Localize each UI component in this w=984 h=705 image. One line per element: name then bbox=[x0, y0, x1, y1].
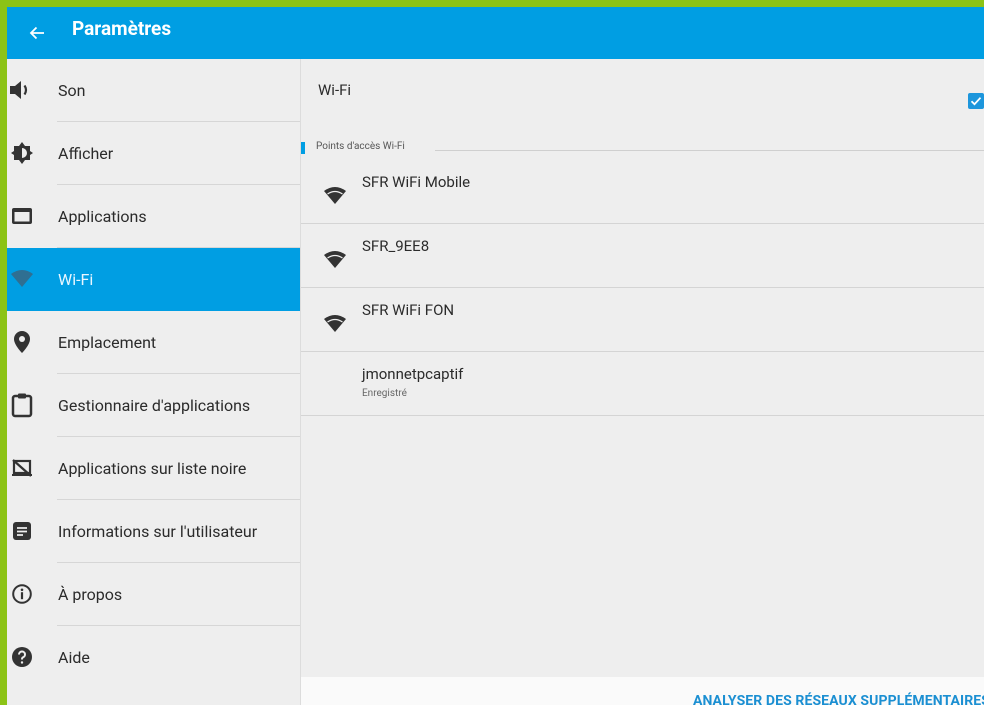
network-item[interactable]: jmonnetpcaptif Enregistré bbox=[301, 351, 984, 416]
section-title: Points d'accès Wi-Fi bbox=[316, 141, 405, 152]
back-arrow-icon bbox=[29, 26, 44, 40]
wifi-toggle-row[interactable]: Wi-Fi bbox=[301, 59, 984, 134]
sidebar-item-label: Afficher bbox=[58, 144, 114, 163]
section-divider bbox=[435, 150, 984, 151]
blocked-screen-icon bbox=[7, 455, 37, 481]
wifi-signal-icon bbox=[324, 251, 346, 268]
section-accent-bar bbox=[301, 142, 305, 154]
sidebar-item-label: Wi-Fi bbox=[58, 270, 94, 289]
sidebar-item-label: Gestionnaire d'applications bbox=[58, 396, 251, 415]
brightness-icon bbox=[7, 140, 37, 166]
bottom-action-bar: ANALYSER DES RÉSEAUX SUPPLÉMENTAIRES bbox=[301, 677, 984, 705]
sidebar-item-a-propos[interactable]: À propos bbox=[7, 563, 300, 626]
back-button[interactable] bbox=[23, 19, 51, 47]
location-icon bbox=[7, 329, 37, 355]
network-name: SFR WiFi FON bbox=[362, 301, 455, 319]
network-item[interactable]: SFR WiFi Mobile bbox=[301, 159, 984, 224]
document-icon bbox=[7, 518, 37, 544]
section-header: Points d'accès Wi-Fi bbox=[301, 134, 984, 154]
network-item[interactable]: SFR_9EE8 bbox=[301, 223, 984, 288]
checkmark-icon bbox=[970, 97, 982, 106]
sidebar-item-emplacement[interactable]: Emplacement bbox=[7, 311, 300, 374]
sidebar-item-aide[interactable]: Aide bbox=[7, 626, 300, 689]
info-icon bbox=[7, 581, 37, 607]
sidebar: Son Afficher Applications Wi-Fi Emplacem… bbox=[7, 59, 301, 705]
settings-screen: Paramètres Son Afficher Applications Wi-… bbox=[7, 7, 984, 705]
sidebar-item-liste-noire[interactable]: Applications sur liste noire bbox=[7, 437, 300, 500]
wifi-signal-icon bbox=[324, 315, 346, 332]
wifi-checkbox[interactable] bbox=[968, 93, 984, 109]
page-title: Paramètres bbox=[72, 17, 172, 40]
network-status: Enregistré bbox=[362, 388, 407, 399]
wifi-icon bbox=[7, 266, 37, 292]
scan-more-networks-button[interactable]: ANALYSER DES RÉSEAUX SUPPLÉMENTAIRES bbox=[693, 693, 984, 705]
wifi-panel: Wi-Fi Points d'accès Wi-Fi SFR WiFi Mobi… bbox=[301, 59, 984, 705]
sidebar-item-label: Informations sur l'utilisateur bbox=[58, 522, 258, 541]
sidebar-item-applications[interactable]: Applications bbox=[7, 185, 300, 248]
network-item[interactable]: SFR WiFi FON bbox=[301, 287, 984, 352]
sidebar-item-informations[interactable]: Informations sur l'utilisateur bbox=[7, 500, 300, 563]
sidebar-item-label: Applications bbox=[58, 207, 147, 226]
wifi-toggle-label: Wi-Fi bbox=[318, 81, 352, 99]
sidebar-item-label: Aide bbox=[58, 648, 90, 667]
sidebar-item-label: Son bbox=[58, 81, 86, 100]
volume-icon bbox=[7, 77, 37, 103]
network-name: jmonnetpcaptif bbox=[362, 365, 464, 383]
app-bar: Paramètres bbox=[7, 7, 984, 59]
sidebar-item-label: Applications sur liste noire bbox=[58, 459, 247, 478]
clipboard-icon bbox=[7, 392, 37, 418]
sidebar-item-label: À propos bbox=[58, 585, 123, 604]
network-name: SFR_9EE8 bbox=[362, 237, 430, 255]
window-icon bbox=[7, 203, 37, 229]
sidebar-item-son[interactable]: Son bbox=[7, 59, 300, 122]
network-name: SFR WiFi Mobile bbox=[362, 173, 471, 191]
sidebar-item-label: Emplacement bbox=[58, 333, 157, 352]
sidebar-item-gestionnaire[interactable]: Gestionnaire d'applications bbox=[7, 374, 300, 437]
sidebar-item-afficher[interactable]: Afficher bbox=[7, 122, 300, 185]
help-icon bbox=[7, 644, 37, 670]
sidebar-item-wifi[interactable]: Wi-Fi bbox=[7, 248, 300, 311]
wifi-signal-icon bbox=[324, 187, 346, 204]
